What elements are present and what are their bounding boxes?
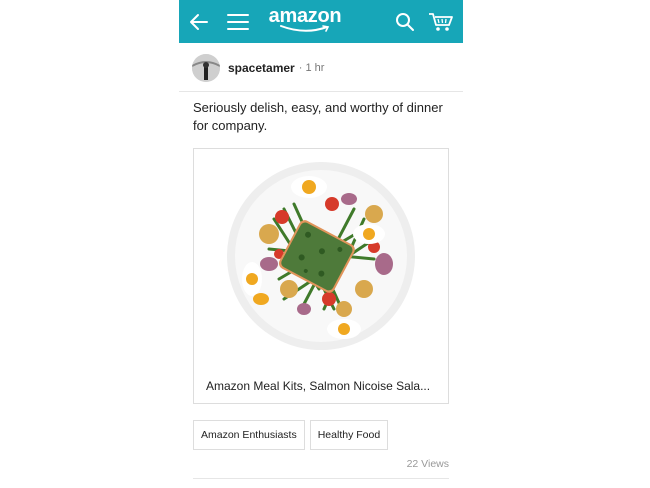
- product-caption[interactable]: Amazon Meal Kits, Salmon Nicoise Sala...: [206, 379, 438, 393]
- divider: [179, 91, 463, 92]
- post-header: spacetamer · 1 hr: [192, 54, 452, 82]
- logo-text: amazon: [268, 5, 342, 27]
- tag-amazon-enthusiasts[interactable]: Amazon Enthusiasts: [193, 420, 305, 450]
- app-screen: amazon spacetamer · 1 hr Seriously delis…: [179, 0, 463, 488]
- salmon-salad-image: [227, 162, 415, 350]
- avatar[interactable]: [192, 54, 220, 82]
- amazon-logo[interactable]: amazon: [265, 0, 345, 43]
- cart-icon: [429, 12, 453, 31]
- search-icon: [396, 12, 414, 31]
- back-button[interactable]: [185, 0, 213, 43]
- post-time: · 1 hr: [298, 62, 325, 74]
- arrow-left-icon: [190, 13, 208, 30]
- post-text: Seriously delish, easy, and worthy of di…: [193, 100, 443, 133]
- hamburger-menu-icon: [227, 13, 249, 30]
- view-count: 22 Views: [406, 458, 449, 470]
- product-card[interactable]: Amazon Meal Kits, Salmon Nicoise Sala...: [193, 148, 449, 404]
- smile-arrow-icon: [280, 25, 330, 32]
- divider: [193, 478, 449, 479]
- search-button[interactable]: [393, 0, 417, 43]
- tag-healthy-food[interactable]: Healthy Food: [309, 420, 389, 450]
- cart-button[interactable]: [426, 0, 456, 43]
- username[interactable]: spacetamer: [228, 61, 295, 75]
- user-avatar-icon: [192, 54, 220, 82]
- top-navigation-bar: amazon: [179, 0, 463, 43]
- menu-button[interactable]: [223, 0, 253, 43]
- tag-list: Amazon Enthusiasts Healthy Food: [193, 420, 389, 450]
